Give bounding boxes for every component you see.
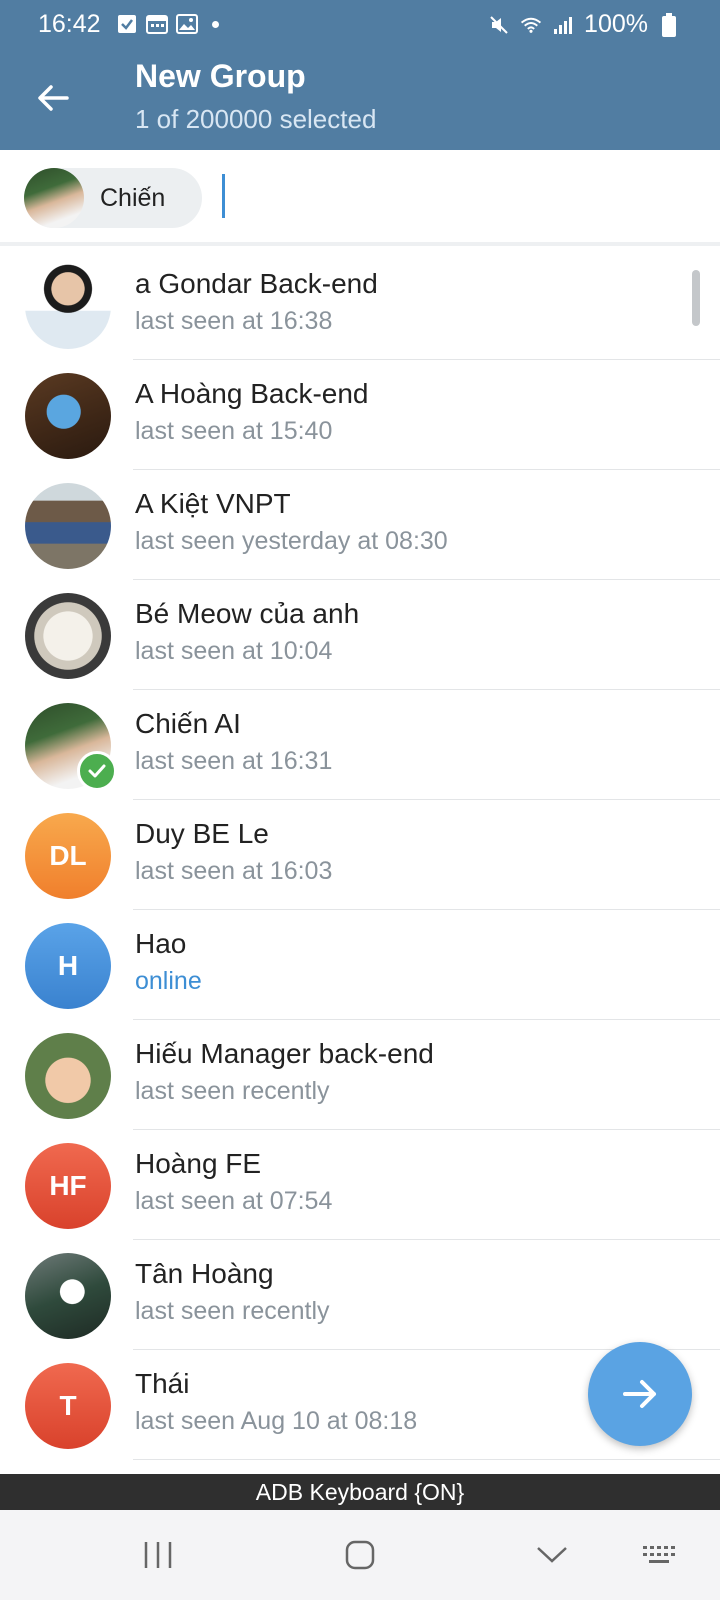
contact-status: last seen Aug 10 at 08:18 (135, 1407, 418, 1435)
divider (133, 1459, 720, 1460)
system-nav-bar (0, 1510, 720, 1600)
contact-status: last seen recently (135, 1077, 330, 1105)
signal-icon (552, 14, 574, 36)
battery-icon (658, 12, 680, 37)
contact-list[interactable]: a Gondar Back-end last seen at 16:38 A H… (0, 250, 720, 1460)
avatar-initials: T (59, 1390, 77, 1421)
keyboard-switch-button[interactable] (636, 1534, 684, 1576)
contact-status: last seen at 16:38 (135, 307, 333, 335)
status-time: 16:42 (38, 10, 101, 38)
next-button[interactable] (588, 1342, 692, 1446)
avatar (25, 483, 111, 569)
contact-status: last seen at 07:54 (135, 1187, 333, 1215)
list-item[interactable]: A Hoàng Back-end last seen at 15:40 (0, 360, 720, 470)
arrow-left-icon (38, 85, 69, 111)
contact-status: last seen at 10:04 (135, 637, 333, 665)
contact-name: Duy BE Le (135, 818, 269, 849)
notification-icons (116, 13, 219, 35)
back-button[interactable] (30, 78, 76, 118)
list-item[interactable]: A Kiệt VNPT last seen yesterday at 08:30 (0, 470, 720, 580)
selected-badge (77, 751, 117, 791)
contact-name: Hoàng FE (135, 1148, 262, 1179)
contact-name: Chiến AI (135, 708, 241, 739)
list-item[interactable]: Tân Hoàng last seen recently (0, 1240, 720, 1350)
chevron-down-icon (537, 1547, 567, 1563)
arrow-right-icon (623, 1380, 656, 1408)
home-button[interactable] (336, 1534, 384, 1576)
contact-name: Tân Hoàng (135, 1258, 274, 1289)
avatar (25, 703, 117, 791)
keyboard-icon (643, 1546, 675, 1563)
mute-icon (488, 14, 510, 36)
more-notifications-dot (212, 20, 219, 28)
calendar-notification-icon (146, 13, 168, 35)
list-item[interactable]: Chiến AI last seen at 16:31 (0, 690, 720, 800)
contact-name: Hiếu Manager back-end (135, 1038, 434, 1069)
list-item[interactable]: Bé Meow của anh last seen at 10:04 (0, 580, 720, 690)
recent-apps-icon (144, 1542, 172, 1568)
avatar (25, 1253, 111, 1339)
avatar (25, 1033, 111, 1119)
contact-name: a Gondar Back-end (135, 268, 378, 299)
avatar (24, 168, 84, 228)
scrollbar[interactable] (692, 270, 700, 326)
wifi-icon (520, 14, 542, 36)
contact-name: A Kiệt VNPT (135, 488, 291, 519)
avatar-initials: H (57, 950, 79, 981)
selected-members-bar[interactable]: Chiến (0, 150, 720, 246)
avatar (25, 263, 111, 349)
contact-name: A Hoàng Back-end (135, 378, 369, 409)
keyboard-status-banner: ADB Keyboard {ON} (0, 1474, 720, 1510)
gallery-notification-icon (176, 13, 198, 35)
battery-percent: 100% (584, 10, 648, 38)
list-item[interactable]: H Hao online (0, 910, 720, 1020)
contact-status: last seen at 16:03 (135, 857, 333, 885)
avatar (25, 373, 111, 459)
recent-apps-button[interactable] (134, 1534, 182, 1576)
chip-label: Chiến (100, 183, 166, 212)
status-bar: 16:42 100% (0, 0, 720, 52)
list-item[interactable]: a Gondar Back-end last seen at 16:38 (0, 250, 720, 360)
avatar-initials: DL (49, 840, 87, 871)
check-icon (88, 764, 106, 778)
selected-member-chip[interactable]: Chiến (24, 168, 202, 228)
contact-status: last seen yesterday at 08:30 (135, 527, 448, 555)
checkbox-notification-icon (116, 13, 138, 35)
list-item[interactable]: HF Hoàng FE last seen at 07:54 (0, 1130, 720, 1240)
hide-keyboard-button[interactable] (528, 1534, 576, 1576)
contact-status: last seen at 16:31 (135, 747, 333, 775)
contact-name: Hao (135, 928, 187, 959)
avatar: T (25, 1363, 111, 1449)
search-input-caret[interactable] (222, 174, 225, 218)
contact-status: last seen at 15:40 (135, 417, 333, 445)
list-item[interactable]: DL Duy BE Le last seen at 16:03 (0, 800, 720, 910)
app-header: 16:42 100% New Group 1 of 200000 selecte… (0, 0, 720, 150)
contact-status: online (135, 967, 202, 995)
system-status: 100% (488, 10, 680, 39)
contact-name: Thái (135, 1368, 190, 1399)
home-icon (345, 1540, 375, 1570)
avatar: HF (25, 1143, 111, 1229)
page-title: New Group (135, 58, 306, 94)
contact-status: last seen recently (135, 1297, 330, 1325)
avatar: H (25, 923, 111, 1009)
avatar-initials: HF (49, 1170, 87, 1201)
avatar: DL (25, 813, 111, 899)
list-item[interactable]: Hiếu Manager back-end last seen recently (0, 1020, 720, 1130)
contact-name: Bé Meow của anh (135, 598, 360, 629)
avatar (25, 593, 111, 679)
selection-count: 1 of 200000 selected (135, 104, 377, 134)
